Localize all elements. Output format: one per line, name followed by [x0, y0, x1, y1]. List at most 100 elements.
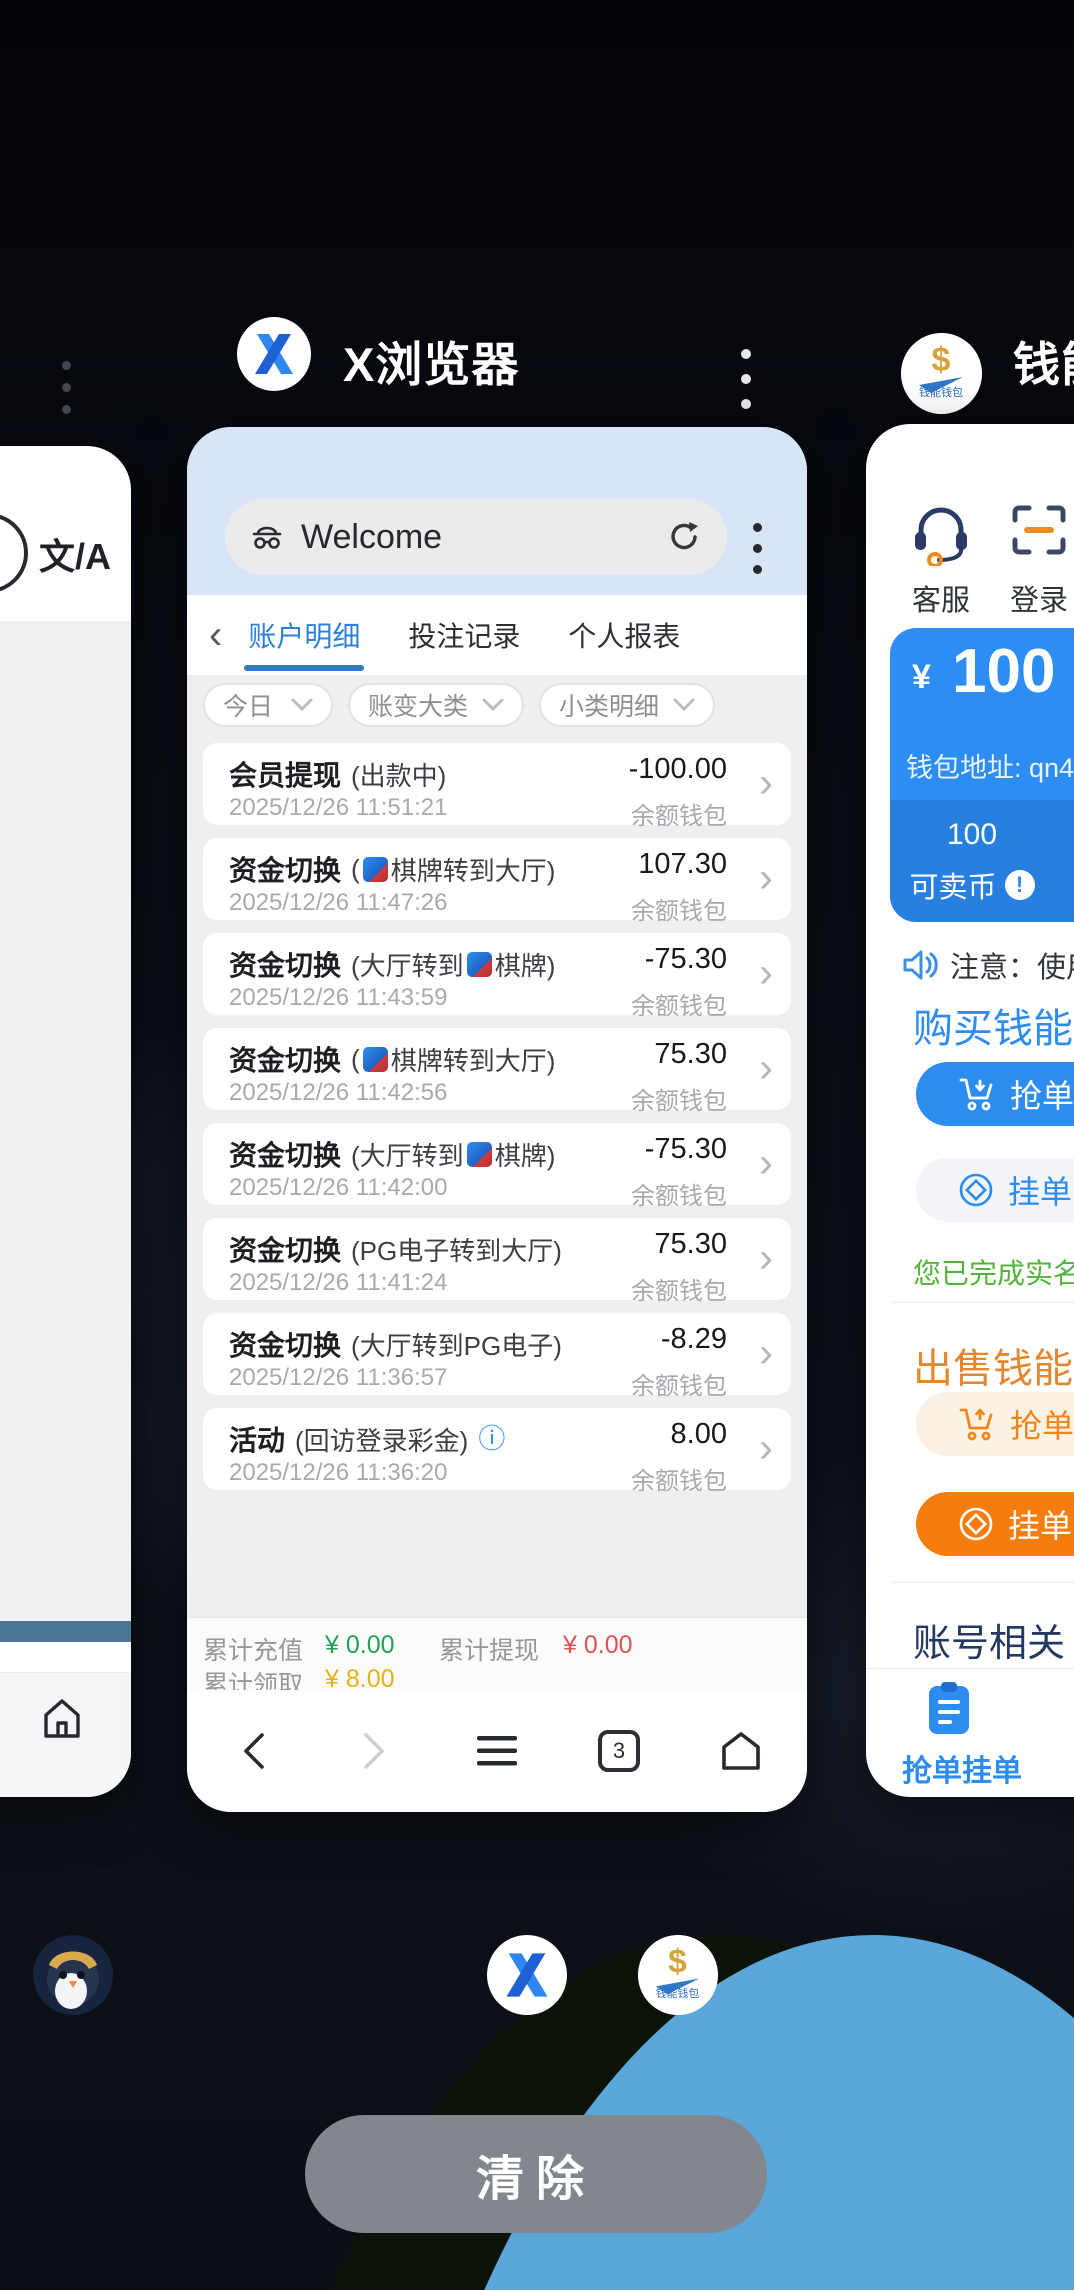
filter-date-dropdown[interactable]: 今日 — [203, 683, 333, 727]
wallet-app-card[interactable]: 客服 登录 ¥ 100 钱包地址: qn46cb 100 可卖币! — [866, 424, 1074, 1797]
currency-symbol: ¥ — [912, 658, 931, 697]
center-app-title: X浏览器 — [343, 326, 519, 395]
transaction-amount: 8.00 — [631, 1418, 727, 1451]
transaction-subtitle: (大厅转到PG电子) — [351, 1326, 562, 1363]
divider — [890, 1582, 1074, 1583]
sell-section-title: 出售钱能币 — [913, 1336, 1074, 1394]
chevron-right-icon: › — [759, 1426, 773, 1468]
customer-service-button[interactable]: 客服 — [896, 500, 986, 619]
left-app-card[interactable]: 文/A — [0, 446, 131, 1797]
info-icon[interactable]: ⓘ — [478, 1426, 505, 1453]
nav-home-button[interactable] — [709, 1719, 773, 1783]
transaction-subtitle: (回访登录彩金) — [295, 1421, 468, 1458]
transaction-title: 资金切换 — [229, 1229, 341, 1269]
nav-menu-button[interactable] — [465, 1719, 529, 1783]
address-bar-text: Welcome — [301, 518, 665, 557]
browser-app-card[interactable]: Welcome ‹ 账户明细 投注记录 个人报表 今日 — [187, 427, 807, 1812]
chevron-right-icon: › — [759, 951, 773, 993]
browser-menu-icon[interactable] — [753, 511, 762, 586]
transaction-subtitle: (PG电子转到大厅) — [351, 1231, 562, 1268]
login-button[interactable]: 登录 — [994, 500, 1074, 619]
transaction-row[interactable]: 活动 (回访登录彩金) ⓘ 2025/12/26 11:36:20 8.00 余… — [203, 1408, 791, 1490]
summary-deposit-label: 累计充值 — [203, 1631, 303, 1667]
app-icon-penguin-game[interactable] — [33, 1935, 113, 2015]
translate-icon[interactable]: 文/A — [39, 528, 111, 580]
post-buy-button[interactable]: 挂单买 — [916, 1158, 1074, 1222]
grab-post-order-item[interactable]: 抢单挂单 — [902, 1746, 1022, 1790]
transaction-row[interactable]: 资金切换 (PG电子转到大厅) 2025/12/26 11:41:24 75.3… — [203, 1218, 791, 1300]
tab-count-badge: 3 — [598, 1730, 640, 1772]
filter-row: 今日 账变大类 小类明细 — [187, 675, 807, 727]
wallet-app-icon[interactable]: $ 钱能钱包 — [901, 333, 982, 414]
transaction-row[interactable]: 资金切换 (棋牌转到大厅) 2025/12/26 11:42:56 75.30 … — [203, 1028, 791, 1110]
transaction-row[interactable]: 资金切换 (棋牌转到大厅) 2025/12/26 11:47:26 107.30… — [203, 838, 791, 920]
transaction-amount: 75.30 — [631, 1038, 727, 1071]
filter-detail-dropdown[interactable]: 小类明细 — [539, 683, 715, 727]
transaction-subtitle: (棋牌转到大厅) — [351, 1041, 555, 1078]
transaction-row[interactable]: 资金切换 (大厅转到棋牌) 2025/12/26 11:42:00 -75.30… — [203, 1123, 791, 1205]
ky-qipai-logo-icon — [363, 1047, 388, 1072]
filter-category-dropdown[interactable]: 账变大类 — [348, 683, 524, 727]
transaction-title: 资金切换 — [229, 1134, 341, 1174]
transaction-amount: -100.00 — [629, 753, 727, 786]
svg-text:钱能钱包: 钱能钱包 — [919, 385, 963, 399]
diamond-circle-icon — [958, 1172, 994, 1208]
grab-sell-button[interactable]: 抢单卖 — [916, 1392, 1074, 1456]
transaction-title: 会员提现 — [229, 754, 341, 794]
ky-qipai-logo-icon — [467, 952, 492, 977]
transaction-subtitle: (棋牌转到大厅) — [351, 851, 555, 888]
transaction-wallet-label: 余额钱包 — [631, 1271, 727, 1306]
transaction-wallet-label: 余额钱包 — [631, 1461, 727, 1496]
transaction-wallet-label: 余额钱包 — [631, 1176, 727, 1211]
transaction-wallet-label: 余额钱包 — [631, 986, 727, 1021]
nav-back-button[interactable] — [221, 1719, 285, 1783]
transaction-title: 活动 — [229, 1419, 285, 1459]
transaction-subtitle: (大厅转到棋牌) — [351, 1136, 555, 1173]
clear-all-button[interactable]: 清除 — [305, 2115, 767, 2233]
headset-icon — [909, 500, 973, 566]
nav-tabs-button[interactable]: 3 — [587, 1719, 651, 1783]
refresh-icon[interactable] — [665, 518, 703, 556]
svg-text:$: $ — [932, 341, 951, 379]
app-switcher-screen: X浏览器 $ 钱能钱包 钱能 文/A — [0, 0, 1074, 2290]
sellable-coin-stat[interactable]: 100 可卖币! — [890, 818, 1054, 906]
svg-text:钱能钱包: 钱能钱包 — [656, 1986, 700, 2000]
diamond-circle-icon — [958, 1506, 994, 1542]
grab-buy-button[interactable]: 抢单买 — [916, 1062, 1074, 1126]
transaction-wallet-label: 余额钱包 — [631, 891, 727, 926]
exclamation-icon[interactable]: ! — [1005, 870, 1035, 900]
app-icon-x-browser[interactable] — [487, 1935, 567, 2015]
x-browser-logo-icon — [237, 317, 311, 391]
x-browser-app-icon[interactable] — [237, 317, 311, 391]
home-icon[interactable] — [39, 1696, 85, 1745]
transaction-subtitle: (出款中) — [351, 756, 446, 793]
divider — [866, 1668, 1074, 1669]
balance-panel[interactable]: ¥ 100 钱包地址: qn46cb 100 可卖币! — [890, 628, 1074, 922]
transaction-title: 资金切换 — [229, 1324, 341, 1364]
tab-account-detail[interactable]: 账户明细 — [248, 597, 360, 673]
transaction-row[interactable]: 会员提现 (出款中) 2025/12/26 11:51:21 -100.00 余… — [203, 743, 791, 825]
wallet-address: 钱包地址: qn46cb — [906, 746, 1074, 785]
order-clipboard-icon[interactable] — [925, 1680, 973, 1741]
address-bar[interactable]: Welcome — [225, 499, 727, 575]
balance-sub-panel: 100 可卖币! — [890, 800, 1074, 922]
left-card-menu-icon[interactable] — [62, 348, 71, 427]
transaction-row[interactable]: 资金切换 (大厅转到PG电子) 2025/12/26 11:36:57 -8.2… — [203, 1313, 791, 1395]
nav-forward-button[interactable] — [343, 1719, 407, 1783]
speaker-icon — [902, 948, 938, 982]
account-detail-body: 今日 账变大类 小类明细 会员提现 (出款中) 2025/12/26 11:51… — [187, 675, 807, 1617]
cart-down-icon — [958, 1076, 996, 1112]
browser-nav-bar: 3 — [187, 1690, 807, 1812]
tab-personal-report[interactable]: 个人报表 — [568, 597, 680, 673]
transaction-row[interactable]: 资金切换 (大厅转到棋牌) 2025/12/26 11:43:59 -75.30… — [203, 933, 791, 1015]
app-icon-wallet[interactable]: $ 钱能钱包 — [638, 1935, 718, 2015]
transaction-amount: -75.30 — [631, 943, 727, 976]
incognito-icon — [249, 521, 285, 553]
post-sell-button[interactable]: 挂单卖 — [916, 1492, 1074, 1556]
tab-bet-record[interactable]: 投注记录 — [408, 597, 520, 673]
page-back-icon[interactable]: ‹ — [209, 615, 222, 655]
center-card-menu-icon[interactable] — [741, 334, 751, 424]
chevron-right-icon: › — [759, 1331, 773, 1373]
scan-login-icon — [1007, 500, 1071, 566]
transaction-amount: -75.30 — [631, 1133, 727, 1166]
